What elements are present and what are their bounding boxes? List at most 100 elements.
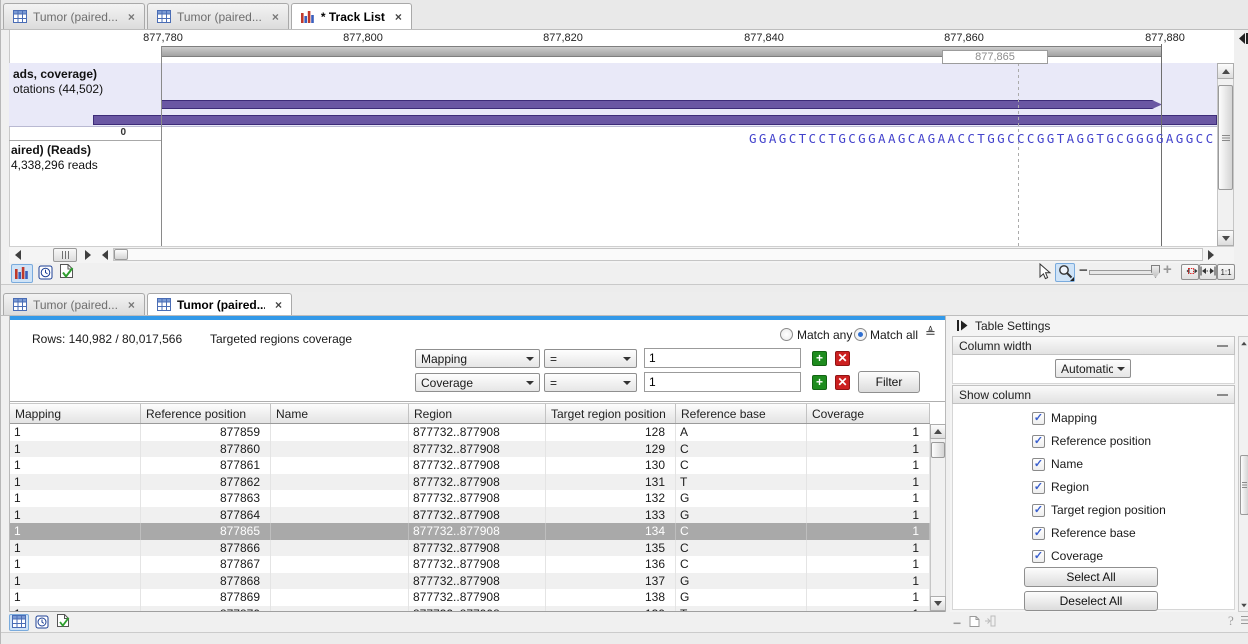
table-row[interactable]: 1877866877732..877908135C1 [10, 540, 930, 557]
table-row[interactable]: 1877865877732..877908134C1 [10, 523, 930, 540]
selection-tool-button[interactable] [1037, 263, 1052, 284]
track-scroll-thumb[interactable] [1218, 85, 1233, 190]
checkbox-checked-icon[interactable]: ✓ [1032, 412, 1045, 425]
remove-filter-button[interactable]: ✕ [835, 351, 850, 366]
column-width-section-header[interactable]: Column width [952, 336, 1235, 355]
column-header-reference-position[interactable]: Reference position [141, 404, 271, 423]
show-column-option[interactable]: ✓Reference position [1032, 434, 1151, 448]
filter-column-select-1[interactable]: Mapping [415, 349, 540, 368]
column-header-name[interactable]: Name [271, 404, 409, 423]
table-scroll-thumb[interactable] [931, 442, 945, 458]
match-any-radio[interactable] [780, 328, 793, 341]
scroll-right-button[interactable] [1205, 249, 1217, 261]
checkbox-checked-icon[interactable]: ✓ [1032, 435, 1045, 448]
zoom-slider-thumb[interactable] [1151, 265, 1160, 278]
splitter-handle[interactable] [53, 248, 77, 262]
horizontal-scroll-thumb[interactable] [114, 249, 128, 260]
pan-right-button[interactable] [81, 249, 95, 261]
table-row[interactable]: 1877867877732..877908136C1 [10, 556, 930, 573]
deselect-all-button[interactable]: Deselect All [1024, 591, 1158, 611]
checkbox-checked-icon[interactable]: ✓ [1032, 527, 1045, 540]
column-header-target-region-position[interactable]: Target region position [546, 404, 676, 423]
table-row[interactable]: 1877861877732..877908130C1 [10, 457, 930, 474]
pan-left-button[interactable] [11, 249, 25, 261]
table-row[interactable]: 1877863877732..877908132G1 [10, 490, 930, 507]
scroll-up-button[interactable] [1239, 338, 1248, 348]
element-info-view-button[interactable] [58, 264, 74, 281]
tab--track-list[interactable]: * Track List× [291, 3, 412, 29]
add-filter-button[interactable]: + [812, 351, 827, 366]
close-icon[interactable]: × [275, 298, 282, 312]
zoom-tool-button[interactable] [1055, 263, 1075, 282]
tab-tumor-paired-[interactable]: Tumor (paired...× [147, 293, 292, 315]
zoom-in-button[interactable]: + [1163, 261, 1172, 278]
zoom-to-selection-button[interactable] [1181, 264, 1199, 280]
filter-column-select-2[interactable]: Coverage [415, 373, 540, 392]
scroll-left-button[interactable] [99, 249, 111, 261]
filter-value-input-1[interactable] [644, 348, 801, 368]
close-icon[interactable]: × [272, 10, 279, 24]
zoom-out-button[interactable]: − [1079, 262, 1088, 279]
element-info-view-button[interactable] [55, 614, 70, 630]
remove-filter-button[interactable]: ✕ [835, 375, 850, 390]
history-view-button[interactable] [37, 266, 53, 281]
show-column-option[interactable]: ✓Mapping [1032, 411, 1097, 425]
checkbox-checked-icon[interactable]: ✓ [1032, 481, 1045, 494]
show-column-option[interactable]: ✓Region [1032, 480, 1089, 494]
column-width-select[interactable]: Automatic [1055, 359, 1131, 378]
add-filter-button[interactable]: + [812, 375, 827, 390]
close-icon[interactable]: × [395, 10, 402, 24]
table-row[interactable]: 1877860877732..877908129C1 [10, 441, 930, 458]
dock-panel-icon[interactable] [984, 615, 996, 630]
scroll-down-button[interactable] [1239, 600, 1248, 610]
log-list-icon[interactable] [1241, 615, 1248, 628]
checkbox-checked-icon[interactable]: ✓ [1032, 550, 1045, 563]
close-icon[interactable]: × [128, 298, 135, 312]
zoom-slider[interactable] [1089, 270, 1155, 275]
tab-tumor-paired-[interactable]: Tumor (paired...× [3, 293, 145, 315]
collapse-filter-icon[interactable]: ≜ [925, 325, 936, 341]
filter-value-input-2[interactable] [644, 372, 801, 392]
reference-sequence[interactable]: GGAGCTCCTGCGGAAGCAGAACCTGGCCCGGTAGGTGCGG… [749, 131, 1217, 148]
scroll-up-button[interactable] [1217, 63, 1234, 79]
table-view-button[interactable] [9, 614, 29, 631]
table-row[interactable]: 1877859877732..877908128A1 [10, 424, 930, 441]
show-column-option[interactable]: ✓Name [1032, 457, 1083, 471]
settings-scroll-thumb[interactable] [1240, 455, 1248, 515]
annotation-feature-arrow[interactable] [161, 100, 1162, 109]
filter-operator-select-1[interactable]: = [544, 349, 637, 368]
scroll-down-button[interactable] [1217, 230, 1234, 246]
table-row[interactable]: 1877869877732..877908138G1 [10, 589, 930, 606]
column-header-region[interactable]: Region [409, 404, 546, 423]
table-row[interactable]: 1877862877732..877908131T1 [10, 474, 930, 491]
checkbox-checked-icon[interactable]: ✓ [1032, 458, 1045, 471]
tab-tumor-paired-[interactable]: Tumor (paired...× [3, 3, 145, 29]
track-horizontal-scrollbar[interactable] [113, 248, 1203, 261]
float-panel-icon[interactable] [969, 615, 980, 631]
column-header-coverage[interactable]: Coverage [807, 404, 930, 423]
help-icon[interactable]: ? [1228, 613, 1234, 629]
history-view-button[interactable] [34, 616, 49, 630]
track-layout-view-button[interactable] [11, 264, 33, 283]
filter-operator-select-2[interactable]: = [544, 373, 637, 392]
column-header-mapping[interactable]: Mapping [10, 404, 141, 423]
tab-tumor-paired-[interactable]: Tumor (paired...× [147, 3, 289, 29]
scroll-up-button[interactable] [930, 424, 946, 439]
scroll-down-button[interactable] [930, 596, 946, 611]
show-column-option[interactable]: ✓Target region position [1032, 503, 1166, 517]
match-all-radio[interactable] [854, 328, 867, 341]
table-row[interactable]: 1877864877732..877908133G1 [10, 507, 930, 524]
column-header-reference-base[interactable]: Reference base [676, 404, 807, 423]
filter-button[interactable]: Filter [858, 371, 920, 393]
fit-width-button[interactable] [1199, 264, 1217, 280]
close-icon[interactable]: × [128, 10, 135, 24]
show-column-section-header[interactable]: Show column [952, 385, 1235, 404]
horizontal-splitter[interactable] [1, 284, 1248, 292]
annotation-feature-bar[interactable] [93, 115, 1217, 125]
collapse-left-icon[interactable] [1238, 32, 1248, 48]
minimize-panel-icon[interactable]: − [953, 615, 961, 631]
show-column-option[interactable]: ✓Coverage [1032, 549, 1103, 563]
table-row[interactable]: 1877868877732..877908137G1 [10, 573, 930, 590]
show-column-option[interactable]: ✓Reference base [1032, 526, 1136, 540]
checkbox-checked-icon[interactable]: ✓ [1032, 504, 1045, 517]
